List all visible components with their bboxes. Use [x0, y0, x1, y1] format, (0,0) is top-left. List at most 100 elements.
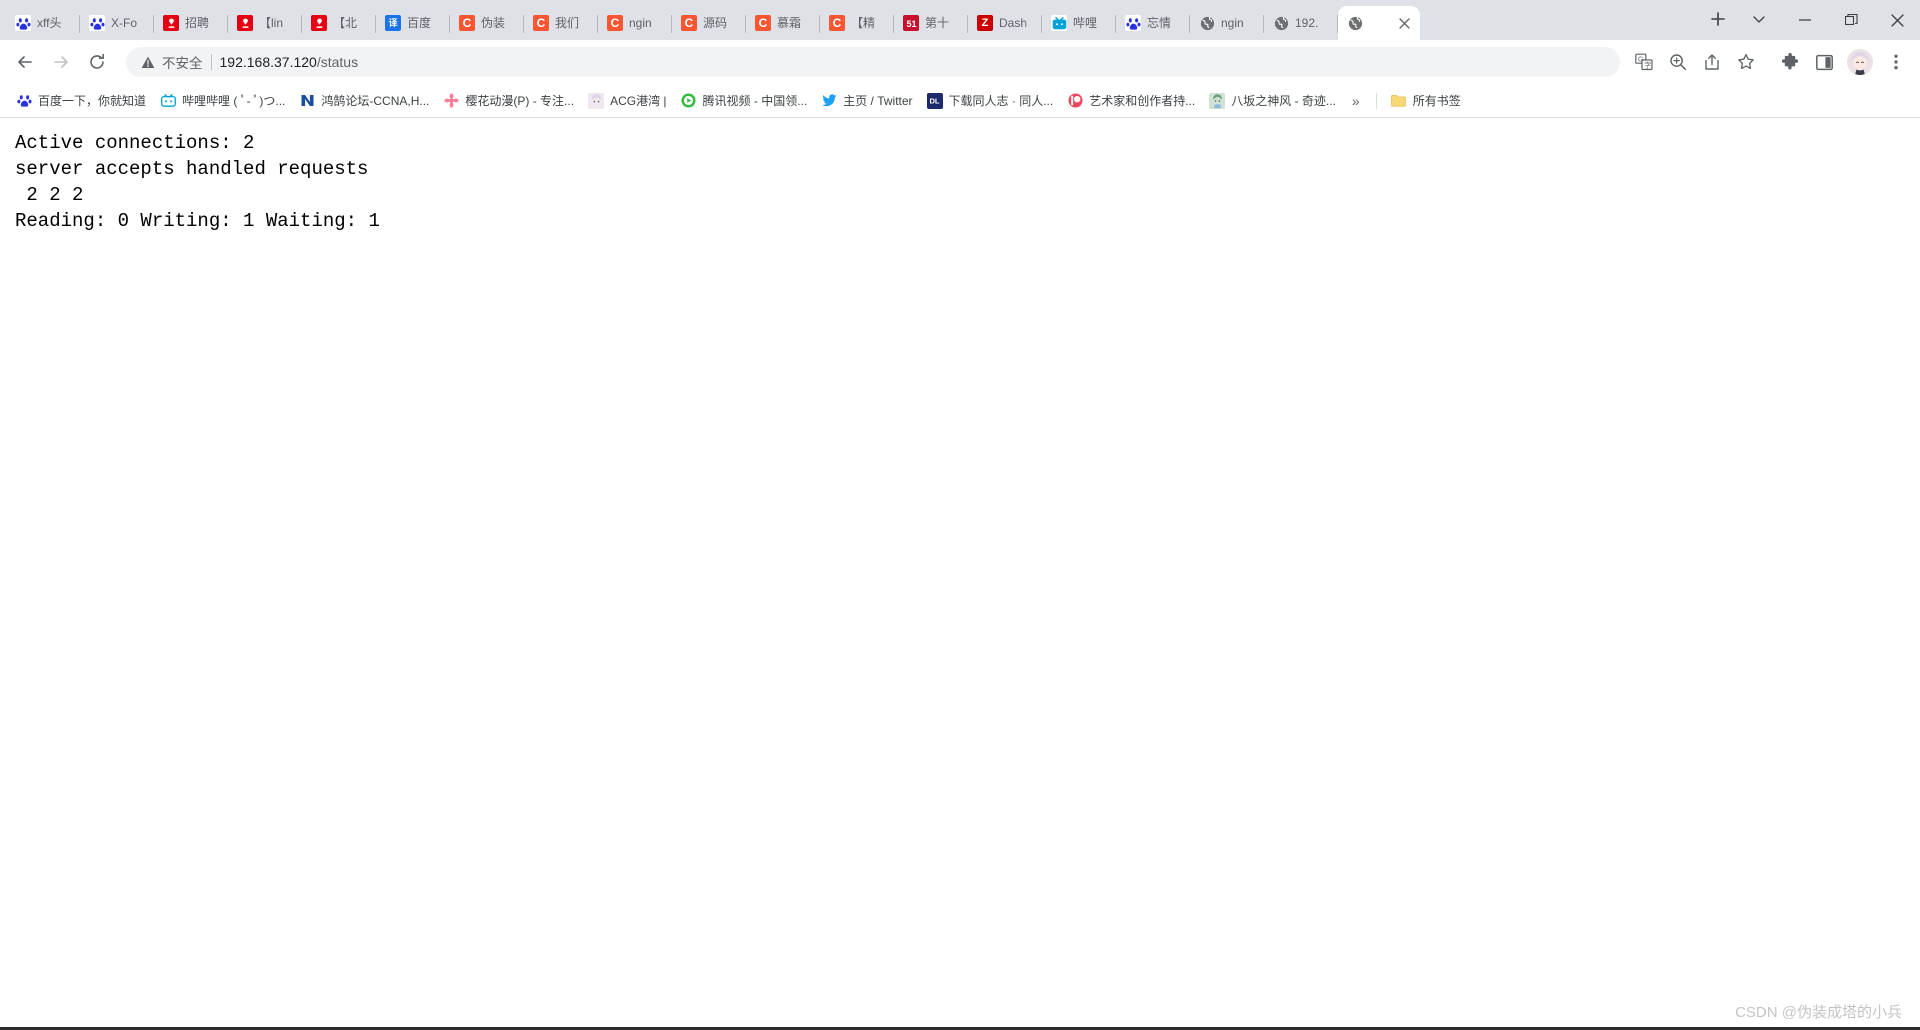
tab-title: xff头	[37, 16, 62, 30]
tab-14[interactable]: 哔哩	[1042, 6, 1116, 40]
bookmark-twitter[interactable]: 主页 / Twitter	[815, 88, 918, 113]
bookmark-label: 腾讯视频 - 中国领...	[702, 94, 808, 108]
browser-toolbar: 不安全 192.168.37.120/status G 字	[0, 40, 1920, 84]
share-icon[interactable]	[1696, 46, 1728, 78]
side-panel-icon[interactable]	[1808, 46, 1840, 78]
bookmark-patreon-icon	[1067, 92, 1084, 109]
tab-11[interactable]: C 【精	[820, 6, 894, 40]
tab-0[interactable]: xff头	[6, 6, 80, 40]
security-label: 不安全	[162, 56, 203, 71]
bookmark-label: 主页 / Twitter	[843, 94, 913, 108]
bookmark-star-icon[interactable]	[1730, 46, 1762, 78]
tab-title: 【lin	[259, 16, 284, 30]
tab-8[interactable]: Cngin	[598, 6, 672, 40]
nginx-status-text: Active connections: 2 server accepts han…	[15, 132, 380, 232]
51cto-icon: 51	[903, 15, 919, 31]
tab-title: ngin	[629, 16, 652, 30]
all-bookmarks-button[interactable]: 所有书签	[1385, 88, 1467, 113]
baidu-icon	[1125, 15, 1141, 31]
bookmark-label: 鸿鹄论坛-CCNA,H...	[321, 94, 430, 108]
tab-7[interactable]: C 我们	[524, 6, 598, 40]
tab-12[interactable]: 51 第十	[894, 6, 968, 40]
close-window-button[interactable]	[1874, 0, 1920, 40]
bookmarks-bar: 百度一下，你就知道 哔哩哔哩 ( ﾟ- ﾟ)つ... 鸿鹄论坛-CCNA,H... 樱…	[0, 84, 1920, 118]
tab-title: 哔哩	[1073, 16, 1098, 30]
51job-icon	[311, 15, 327, 31]
tab-6[interactable]: C 伪装	[450, 6, 524, 40]
globe-icon	[1347, 15, 1363, 31]
back-button[interactable]	[8, 45, 42, 79]
bookmark-acg-icon	[588, 92, 605, 109]
bookmark-twitter-icon	[821, 92, 838, 109]
forward-button[interactable]	[44, 45, 78, 79]
baidu-icon	[15, 15, 31, 31]
tab-strip-actions	[1700, 0, 1736, 40]
csdn-watermark: CSDN @伪装成塔的小兵	[1735, 1004, 1902, 1021]
tab-title: 【北	[333, 16, 358, 30]
bookmark-tencent-video[interactable]: 腾讯视频 - 中国领...	[675, 88, 814, 113]
bookmark-label: ACG港湾 |	[610, 94, 667, 108]
csdn-icon: C	[459, 15, 475, 31]
bookmark-bilibili[interactable]: 哔哩哔哩 ( ﾟ- ﾟ)つ...	[154, 88, 291, 113]
avatar[interactable]	[1847, 49, 1873, 75]
bookmarks-separator	[1375, 92, 1377, 109]
tab-close-icon[interactable]	[1396, 15, 1412, 31]
tab-title: Dash	[999, 16, 1028, 30]
tab-9[interactable]: C 源码	[672, 6, 746, 40]
tab-title: 192.	[1295, 16, 1319, 30]
zhihu-icon: Z	[977, 15, 993, 31]
minimize-button[interactable]	[1782, 0, 1828, 40]
csdn-icon: C	[755, 15, 771, 31]
address-bar[interactable]: 不安全 192.168.37.120/status	[126, 47, 1620, 77]
tab-4[interactable]: 【北	[302, 6, 376, 40]
bookmark-label: 八坂之神风 - 奇迹...	[1231, 94, 1336, 108]
security-chip[interactable]: 不安全	[140, 52, 203, 72]
bookmark-items: 百度一下，你就知道 哔哩哔哩 ( ﾟ- ﾟ)つ... 鸿鹄论坛-CCNA,H... 樱…	[10, 88, 1342, 113]
bookmark-honghu-icon	[299, 92, 316, 109]
bookmark-baidu[interactable]: 百度一下，你就知道	[10, 88, 152, 113]
bilibili-icon	[1051, 15, 1067, 31]
tab-13[interactable]: Z Dash	[968, 6, 1042, 40]
tab-1[interactable]: X-Fo	[80, 6, 154, 40]
translate-icon: 译	[385, 15, 401, 31]
reload-button[interactable]	[80, 45, 114, 79]
tab-10[interactable]: C 慕霜	[746, 6, 820, 40]
globe-icon	[1273, 15, 1289, 31]
tab-search-button[interactable]	[1736, 0, 1782, 40]
bookmarks-overflow-button[interactable]: »	[1344, 91, 1368, 111]
tab-16[interactable]: ngin	[1190, 6, 1264, 40]
tab-active[interactable]	[1338, 6, 1420, 40]
url-host: 192.168.37.120	[219, 54, 317, 70]
not-secure-warning-icon	[140, 54, 156, 70]
csdn-icon: C	[681, 15, 697, 31]
url-path: /status	[316, 54, 359, 70]
url-text[interactable]: 192.168.37.120/status	[220, 54, 1607, 70]
bookmark-sakura[interactable]: 樱花动漫(P) - 专注...	[437, 88, 580, 113]
tab-5[interactable]: 译百度	[376, 6, 450, 40]
tab-17[interactable]: 192.	[1264, 6, 1338, 40]
bookmark-label: 下载同人志 · 同人...	[948, 94, 1054, 108]
extensions-puzzle-icon[interactable]	[1774, 46, 1806, 78]
new-tab-button[interactable]	[1704, 5, 1732, 33]
svg-text:DL: DL	[929, 97, 939, 106]
bookmark-doujin[interactable]: DL 下载同人志 · 同人...	[921, 88, 1060, 113]
maximize-button[interactable]	[1828, 0, 1874, 40]
bookmark-honghu[interactable]: 鸿鹄论坛-CCNA,H...	[293, 88, 435, 113]
tab-3[interactable]: 【lin	[228, 6, 302, 40]
translate-icon[interactable]: G 字	[1628, 46, 1660, 78]
bookmark-label: 百度一下，你就知道	[38, 94, 147, 108]
bookmark-yasaka[interactable]: 八坂之神风 - 奇迹...	[1203, 88, 1342, 113]
tab-15[interactable]: 忘情	[1116, 6, 1190, 40]
window-controls	[1736, 0, 1920, 40]
zoom-icon[interactable]	[1662, 46, 1694, 78]
toolbar-actions: G 字	[1628, 46, 1762, 78]
bookmark-patreon[interactable]: 艺术家和创作者持...	[1061, 88, 1201, 113]
tab-2[interactable]: 招聘	[154, 6, 228, 40]
csdn-icon: C	[829, 15, 845, 31]
bookmark-label: 艺术家和创作者持...	[1089, 94, 1196, 108]
bookmark-acg[interactable]: ACG港湾 |	[582, 88, 672, 113]
three-dot-menu-icon[interactable]	[1880, 46, 1912, 78]
csdn-icon: C	[533, 15, 549, 31]
bookmark-label: 樱花动漫(P) - 专注...	[465, 94, 575, 108]
bookmark-sakura-icon	[443, 92, 460, 109]
